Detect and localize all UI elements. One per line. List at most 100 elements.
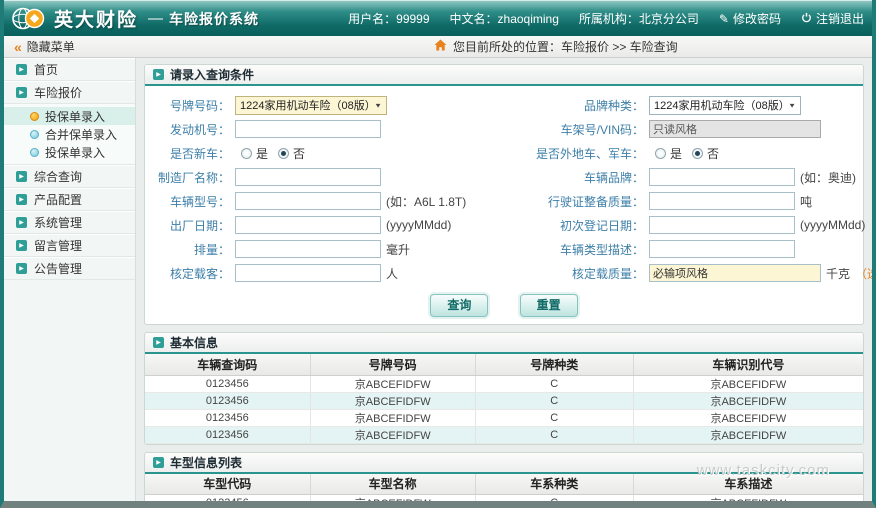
submenu-item-merge-policy-entry[interactable]: 合并保单录入 (4, 125, 135, 143)
sidebar-item-message-mgmt[interactable]: ▶ 留言管理 (4, 234, 135, 257)
menu-arrow-icon: ▶ (16, 263, 27, 274)
username-label: 用户名：99999 (348, 12, 430, 26)
section-header-model: ▶ 车型信息列表 (145, 452, 863, 474)
vehicle-brand-input[interactable] (649, 168, 795, 186)
section-arrow-icon: ▶ (153, 69, 164, 80)
first-register-date-label: 初次登记日期： (559, 218, 644, 233)
vin-label: 车架号/VIN码： (560, 122, 644, 137)
load-capacity-label: 核定载质量： (571, 266, 644, 281)
section-arrow-icon: ▶ (153, 337, 164, 348)
table-row: 0123456 京ABCEFIDFW C 京ABCEFIDFW (145, 392, 863, 410)
factory-date-label: 出厂日期： (169, 218, 230, 233)
plate-number-select[interactable]: 1224家用机动车险（08版） ▼ (235, 95, 387, 115)
home-icon (434, 39, 447, 54)
section-arrow-icon: ▶ (153, 456, 164, 468)
section-title: 基本信息 (170, 336, 219, 350)
reset-button[interactable]: 重置 (519, 294, 578, 317)
app-window: 英大财险 — 车险报价系统 用户名：99999 中文名：zhaoqiming 所… (0, 0, 876, 508)
radio-no[interactable] (278, 147, 290, 159)
collapse-menu-icon: « (14, 38, 22, 55)
radio-yes[interactable] (655, 147, 666, 159)
seating-capacity-input[interactable] (235, 264, 381, 282)
header-user-info: 用户名：99999 中文名：zhaoqiming 所属机构：北京分公司 ✎ 修改… (348, 10, 864, 27)
nonlocal-military-radio-group: 是 否 (649, 145, 719, 162)
bullet-icon (30, 129, 39, 139)
bullet-icon (30, 147, 39, 157)
manufacturer-input[interactable] (235, 168, 381, 186)
load-capacity-input[interactable] (649, 264, 821, 282)
radio-no[interactable] (692, 147, 704, 159)
radio-yes[interactable] (241, 147, 252, 159)
chevron-down-icon: ▼ (374, 101, 382, 109)
cn-name-label: 中文名：zhaoqiming (449, 12, 559, 26)
change-password-button[interactable]: ✎ 修改密码 (719, 10, 781, 27)
power-icon (801, 12, 812, 26)
query-button[interactable]: 查询 (430, 294, 489, 317)
vehicle-model-input[interactable] (235, 192, 381, 210)
query-form: 号牌号码： 1224家用机动车险（08版） ▼ 发动机号： 是否新车： 是 否 … (145, 86, 872, 285)
vin-input (649, 120, 821, 138)
is-new-car-label: 是否新车： (169, 146, 230, 161)
form-buttons: 查询 重置 (145, 285, 863, 324)
pencil-icon: ✎ (718, 11, 729, 26)
query-form-panel: ▶ 请录入查询条件 号牌号码： 1224家用机动车险（08版） ▼ 发动机号： … (144, 64, 872, 325)
sidebar-submenu: 投保单录入 合并保单录入 投保单录入 (4, 104, 135, 165)
form-left-column: 号牌号码： 1224家用机动车险（08版） ▼ 发动机号： 是否新车： 是 否 … (147, 93, 519, 285)
sidebar-item-home[interactable]: ▶ 首页 (4, 58, 135, 81)
table-header-row: 车辆查询码 号牌号码 号牌种类 车辆识别代号 (145, 354, 863, 376)
table-row: 0123456 京ABCEFIDFW C 京ABCEFIDFW (145, 426, 863, 444)
brand-type-select[interactable]: 1224家用机动车险（08版） ▼ (649, 95, 801, 115)
submenu-item-policy-entry[interactable]: 投保单录入 (4, 107, 135, 125)
breadcrumb: 您目前所处的位置：车险报价 >> 车险查询 (434, 38, 678, 55)
logout-button[interactable]: 注销退出 (801, 10, 864, 27)
section-header-basic: ▶ 基本信息 (145, 333, 863, 354)
menu-arrow-icon: ▶ (16, 171, 27, 182)
vehicle-model-label: 车辆型号： (169, 194, 230, 209)
header: 英大财险 — 车险报价系统 用户名：99999 中文名：zhaoqiming 所… (4, 0, 872, 36)
model-info-panel: ▶ 车型信息列表 车型代码 车型名称 车系种类 车系描述 (144, 451, 864, 501)
chevron-down-icon: ▼ (788, 101, 796, 109)
displacement-input[interactable] (235, 240, 381, 258)
menu-arrow-icon: ▶ (16, 217, 27, 228)
org-label: 所属机构：北京分公司 (578, 12, 699, 26)
vehicle-type-desc-input[interactable] (649, 240, 795, 258)
model-info-table: 车型代码 车型名称 车系种类 车系描述 0123456 京ABCEFIDFW C… (145, 473, 863, 501)
section-title: 车型信息列表 (170, 455, 243, 470)
hide-menu-button[interactable]: « 隐藏菜单 (14, 38, 75, 55)
sidebar-item-auto-quote[interactable]: ▶ 车险报价 (4, 81, 135, 104)
company-logo-icon (10, 5, 46, 32)
brand-type-label: 品牌种类： (583, 98, 644, 113)
engine-number-label: 发动机号： (169, 122, 230, 137)
section-header-query: ▶ 请录入查询条件 (145, 65, 863, 86)
menu-arrow-icon: ▶ (16, 194, 27, 205)
sidebar: ▶ 首页 ▶ 车险报价 投保单录入 合并保单录入 投保单录入 ▶ 综合查询 ▶ … (4, 58, 136, 501)
sidebar-item-system-mgmt[interactable]: ▶ 系统管理 (4, 211, 135, 234)
engine-number-input[interactable] (235, 120, 381, 138)
section-title: 请录入查询条件 (170, 68, 255, 82)
table-row: 0123456 京ABCEFIDFW C 京ABCEFIDFW (145, 494, 863, 501)
manufacturer-label: 制造厂名称： (157, 170, 230, 185)
active-bullet-icon (30, 111, 39, 121)
sidebar-item-comprehensive-query[interactable]: ▶ 综合查询 (4, 165, 135, 188)
sidebar-item-notice-mgmt[interactable]: ▶ 公告管理 (4, 257, 135, 280)
table-row: 0123456 京ABCEFIDFW C 京ABCEFIDFW (145, 409, 863, 427)
title-dash: — (148, 10, 164, 27)
menu-arrow-icon: ▶ (16, 240, 27, 251)
displacement-label: 排量： (193, 242, 230, 257)
brand-title: 英大财险 (54, 10, 139, 31)
vehicle-brand-label: 车辆品牌： (583, 170, 644, 185)
main-content: ▶ 请录入查询条件 号牌号码： 1224家用机动车险（08版） ▼ 发动机号： … (136, 58, 872, 501)
table-row: 0123456 京ABCEFIDFW C 京ABCEFIDFW (145, 375, 863, 393)
seating-capacity-label: 核定载客： (169, 266, 230, 281)
plate-number-label: 号牌号码： (169, 98, 230, 113)
submenu-item-policy-entry-2[interactable]: 投保单录入 (4, 143, 135, 161)
factory-date-input[interactable] (235, 216, 381, 234)
table-header-row: 车型代码 车型名称 车系种类 车系描述 (145, 473, 863, 495)
registered-weight-label: 行驶证整备质量： (547, 194, 644, 209)
menu-arrow-icon: ▶ (16, 64, 27, 75)
sidebar-item-product-config[interactable]: ▶ 产品配置 (4, 188, 135, 211)
system-title: 车险报价系统 (169, 10, 260, 27)
menu-arrow-icon: ▶ (16, 87, 27, 98)
registered-weight-input[interactable] (649, 192, 795, 210)
first-register-date-input[interactable] (649, 216, 795, 234)
